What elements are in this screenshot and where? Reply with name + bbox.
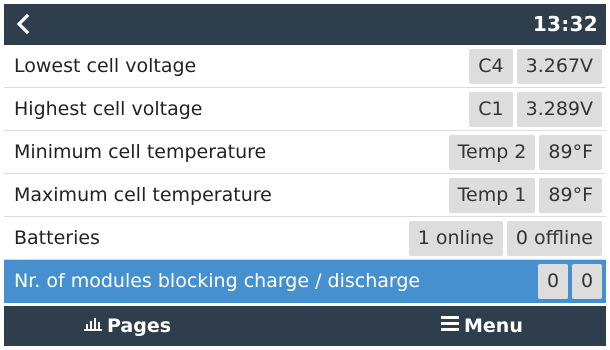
temperature-value: 89°F: [539, 178, 602, 213]
blocking-discharge-value: 0: [572, 264, 602, 299]
list-item-modules-blocking[interactable]: Nr. of modules blocking charge / dischar…: [4, 260, 606, 303]
list-item-lowest-cell-voltage[interactable]: Lowest cell voltage C4 3.267V: [4, 45, 606, 88]
list-item-label: Minimum cell temperature: [14, 141, 267, 163]
hamburger-menu-icon: [441, 305, 459, 345]
clock: 13:32: [532, 12, 598, 36]
pages-button[interactable]: Pages: [84, 306, 171, 346]
value-group: 1 online 0 offline: [408, 221, 602, 256]
voltage-value: 3.267V: [516, 49, 602, 84]
list-item-label: Maximum cell temperature: [14, 184, 272, 206]
sensor-id-value: Temp 1: [448, 178, 536, 213]
online-count-value: 1 online: [408, 221, 503, 256]
value-group: Temp 2 89°F: [448, 135, 602, 170]
value-group: Temp 1 89°F: [448, 178, 602, 213]
menu-button[interactable]: Menu: [441, 306, 523, 346]
pages-label: Pages: [107, 315, 172, 337]
sensor-id-value: Temp 2: [448, 135, 536, 170]
blocking-charge-value: 0: [538, 264, 568, 299]
bar-chart-icon: [84, 305, 102, 345]
list-item-batteries[interactable]: Batteries 1 online 0 offline: [4, 217, 606, 260]
value-group: 0 0: [538, 264, 602, 299]
cell-id-value: C1: [469, 92, 513, 127]
list-item-maximum-cell-temperature[interactable]: Maximum cell temperature Temp 1 89°F: [4, 174, 606, 217]
list-item-highest-cell-voltage[interactable]: Highest cell voltage C1 3.289V: [4, 88, 606, 131]
menu-label: Menu: [464, 315, 523, 337]
settings-list: Lowest cell voltage C4 3.267V Highest ce…: [4, 45, 606, 303]
list-item-label: Lowest cell voltage: [14, 55, 197, 77]
value-group: C1 3.289V: [469, 92, 602, 127]
cell-id-value: C4: [469, 49, 513, 84]
offline-count-value: 0 offline: [506, 221, 602, 256]
screen: 13:32 Lowest cell voltage C4 3.267V High…: [4, 4, 606, 346]
list-item-label: Batteries: [14, 227, 100, 249]
header-bar: 13:32: [4, 4, 606, 45]
temperature-value: 89°F: [539, 135, 602, 170]
chevron-left-icon[interactable]: [13, 13, 33, 35]
value-group: C4 3.267V: [469, 49, 602, 84]
voltage-value: 3.289V: [516, 92, 602, 127]
list-item-label: Highest cell voltage: [14, 98, 203, 120]
footer-bar: Pages Menu: [4, 306, 606, 346]
list-item-minimum-cell-temperature[interactable]: Minimum cell temperature Temp 2 89°F: [4, 131, 606, 174]
list-item-label: Nr. of modules blocking charge / dischar…: [14, 270, 421, 292]
